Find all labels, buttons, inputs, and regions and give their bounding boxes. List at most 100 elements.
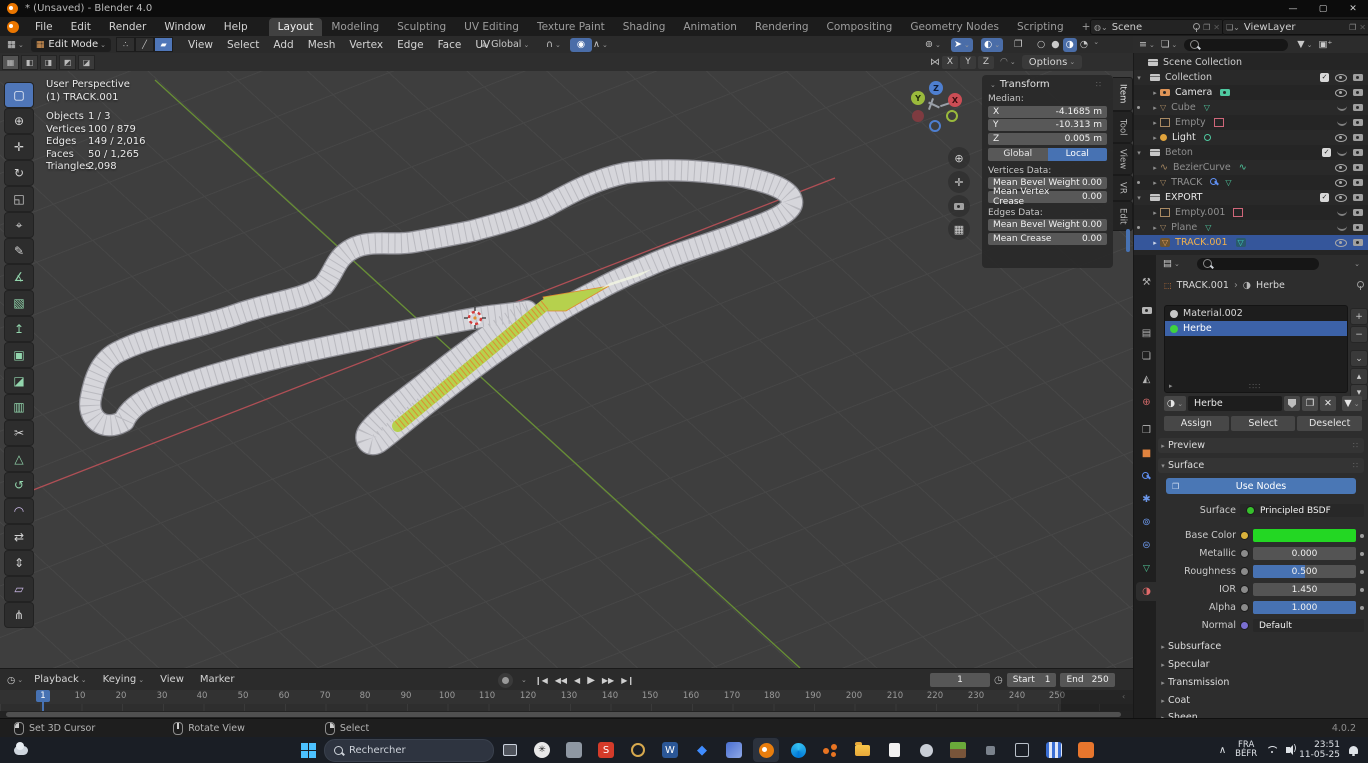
workspace-tab-compositing[interactable]: Compositing bbox=[818, 18, 902, 36]
outliner-filter-icon[interactable]: ▼ ⌄ bbox=[1294, 38, 1315, 52]
metallic-slider[interactable]: 0.000 bbox=[1253, 547, 1356, 560]
tab-modifiers[interactable] bbox=[1136, 467, 1157, 486]
keying-dropdown-icon[interactable]: ⌄ bbox=[521, 676, 527, 684]
mean-vertex-crease-field[interactable]: Mean Vertex Crease 0.00 bbox=[988, 187, 1107, 207]
menu-face[interactable]: Face bbox=[431, 36, 469, 54]
material-filter-icon[interactable]: ▼ ⌄ bbox=[1342, 396, 1362, 411]
render-visibility-icon[interactable] bbox=[1353, 89, 1363, 96]
ortho-grid-icon[interactable]: ▦ bbox=[948, 218, 970, 240]
outliner-mode-icon[interactable]: ❏ ⌄ bbox=[1158, 38, 1180, 52]
tool-rip-region[interactable]: ⋔ bbox=[4, 602, 34, 628]
hidden-icon[interactable] bbox=[1337, 104, 1347, 111]
tool-smooth[interactable]: ◠ bbox=[4, 498, 34, 524]
menu-mesh[interactable]: Mesh bbox=[301, 36, 343, 54]
language-indicator[interactable]: FRA BÉFR bbox=[1235, 741, 1257, 759]
add-slot-button[interactable]: + bbox=[1350, 308, 1368, 325]
new-viewlayer-icon[interactable]: ❐ bbox=[1349, 23, 1356, 32]
wifi-icon[interactable] bbox=[1266, 746, 1277, 754]
outliner-row-track-001[interactable]: ▸ ▽ TRACK.001 ▽ bbox=[1134, 235, 1368, 250]
outliner-row-cube[interactable]: ▸ ▽ Cube ▽ bbox=[1134, 100, 1368, 115]
jump-to-end-button[interactable]: ▶❙ bbox=[619, 675, 636, 686]
animate-dot[interactable] bbox=[1360, 605, 1364, 610]
browse-material-button[interactable]: ◑ ⌄ bbox=[1164, 396, 1186, 411]
jump-to-start-button[interactable]: ❙◀ bbox=[533, 675, 550, 686]
zoom-icon[interactable]: ⊕ bbox=[948, 147, 970, 169]
workspace-tab-shading[interactable]: Shading bbox=[614, 18, 675, 36]
start-frame-field[interactable]: Start 1 bbox=[1006, 673, 1057, 687]
transform-panel-title[interactable]: Transform bbox=[1000, 79, 1050, 90]
tool-bevel[interactable]: ◪ bbox=[4, 368, 34, 394]
edge-select-button[interactable]: ╱ bbox=[135, 37, 155, 52]
face-select-button[interactable]: ▰ bbox=[154, 37, 174, 52]
minecraft-icon[interactable] bbox=[945, 738, 971, 762]
alpha-slider[interactable]: 1.000 bbox=[1253, 601, 1356, 614]
sidebar-scroll-indicator[interactable] bbox=[1126, 229, 1130, 252]
tab-render[interactable] bbox=[1136, 301, 1157, 320]
taskbar-search[interactable]: Rechercher bbox=[324, 738, 494, 762]
use-preview-range-icon[interactable]: ◷ bbox=[994, 675, 1003, 686]
gizmos-dropdown[interactable]: ➤ ⌄ bbox=[951, 37, 973, 52]
select-mode-invert[interactable]: ◩ bbox=[59, 54, 76, 70]
surface-panel-header[interactable]: ▾ Surface ∷ bbox=[1158, 458, 1364, 473]
tool-move[interactable]: ✛ bbox=[4, 134, 34, 160]
tool-rotate[interactable]: ↻ bbox=[4, 160, 34, 186]
mirror-x-toggle[interactable]: X bbox=[942, 55, 958, 69]
gizmo-y-axis[interactable]: Y bbox=[911, 91, 925, 105]
hide-icon[interactable] bbox=[1335, 73, 1347, 82]
clock[interactable]: 23:51 11-05-25 bbox=[1299, 740, 1340, 760]
exclude-checkbox[interactable]: ✓ bbox=[1322, 148, 1331, 157]
snap-magnet-button[interactable]: ∩ ⌄ bbox=[543, 38, 564, 52]
scene-selector[interactable]: ◍⌄ Scene ❐ ✕ bbox=[1090, 19, 1224, 35]
preview-panel-header[interactable]: ▸ Preview ∷ bbox=[1158, 438, 1364, 453]
hidden-icon[interactable] bbox=[1337, 209, 1347, 216]
workspace-tab-scripting[interactable]: Scripting bbox=[1008, 18, 1073, 36]
menu-edge[interactable]: Edge bbox=[390, 36, 430, 54]
sidebar-tab-item[interactable]: Item bbox=[1113, 77, 1133, 111]
menu-view[interactable]: View bbox=[181, 36, 220, 54]
tab-tool[interactable]: ⚒ bbox=[1136, 273, 1157, 292]
tool-poly-build[interactable]: △ bbox=[4, 446, 34, 472]
gizmo-x-axis[interactable]: X bbox=[948, 93, 962, 107]
tray-chevron-icon[interactable]: ∧ bbox=[1219, 745, 1226, 756]
select-mode-extend[interactable]: ◧ bbox=[21, 54, 38, 70]
end-frame-field[interactable]: End 250 bbox=[1060, 673, 1115, 687]
animate-dot[interactable] bbox=[1360, 569, 1364, 574]
base-color-swatch[interactable] bbox=[1253, 529, 1356, 542]
median-z-field[interactable]: Z 0.005 m bbox=[988, 132, 1107, 145]
hide-icon[interactable] bbox=[1335, 133, 1347, 142]
render-visibility-icon[interactable] bbox=[1353, 74, 1363, 81]
timeline-ruler[interactable]: 10 20 30 40 50 60 70 80 90 100 110 120 130 140 … bbox=[0, 690, 1133, 704]
menu-playback[interactable]: Playback ⌄ bbox=[26, 671, 95, 689]
sidebar-tab-view[interactable]: View bbox=[1113, 143, 1133, 175]
shading-material-button[interactable]: ◑ bbox=[1062, 37, 1077, 52]
minimize-button[interactable]: — bbox=[1278, 0, 1308, 17]
menu-keying[interactable]: Keying ⌄ bbox=[95, 671, 152, 689]
mirror-y-toggle[interactable]: Y bbox=[960, 55, 976, 69]
specular-panel-header[interactable]: ▸ Specular bbox=[1158, 657, 1364, 672]
weather-icon[interactable] bbox=[8, 738, 34, 762]
close-button[interactable]: ✕ bbox=[1338, 0, 1368, 17]
menu-vertex[interactable]: Vertex bbox=[342, 36, 390, 54]
menu-select[interactable]: Select bbox=[220, 36, 266, 54]
hide-icon[interactable] bbox=[1335, 193, 1347, 202]
breadcrumb-material[interactable]: Herbe bbox=[1256, 280, 1285, 291]
options-dropdown[interactable]: Options ⌄ bbox=[1021, 55, 1083, 69]
material-slot-row-selected[interactable]: Herbe bbox=[1165, 321, 1347, 336]
animate-dot[interactable] bbox=[1360, 533, 1364, 538]
menu-marker[interactable]: Marker bbox=[192, 671, 243, 689]
properties-editor-icon[interactable]: ▤ ⌄ bbox=[1160, 257, 1183, 271]
panel-drag-dots[interactable]: ∷ bbox=[1096, 80, 1102, 89]
slot-move-up-button[interactable]: ▴ bbox=[1350, 368, 1368, 385]
tool-annotate[interactable]: ✎ bbox=[4, 238, 34, 264]
slot-specials-button[interactable]: ⌄ bbox=[1350, 350, 1368, 367]
render-visibility-icon[interactable] bbox=[1353, 239, 1363, 246]
assign-button[interactable]: Assign bbox=[1164, 416, 1229, 431]
badge-app-icon[interactable] bbox=[913, 738, 939, 762]
remove-slot-button[interactable]: − bbox=[1350, 326, 1368, 343]
coat-panel-header[interactable]: ▸ Coat bbox=[1158, 693, 1364, 708]
next-keyframe-button[interactable]: ▶▶ bbox=[600, 675, 616, 686]
hidden-icon[interactable] bbox=[1337, 224, 1347, 231]
breadcrumb-object[interactable]: TRACK.001 bbox=[1177, 280, 1229, 291]
mode-dropdown[interactable]: ▦ Edit Mode ⌄ bbox=[30, 37, 112, 52]
tool-measure[interactable]: ∡ bbox=[4, 264, 34, 290]
